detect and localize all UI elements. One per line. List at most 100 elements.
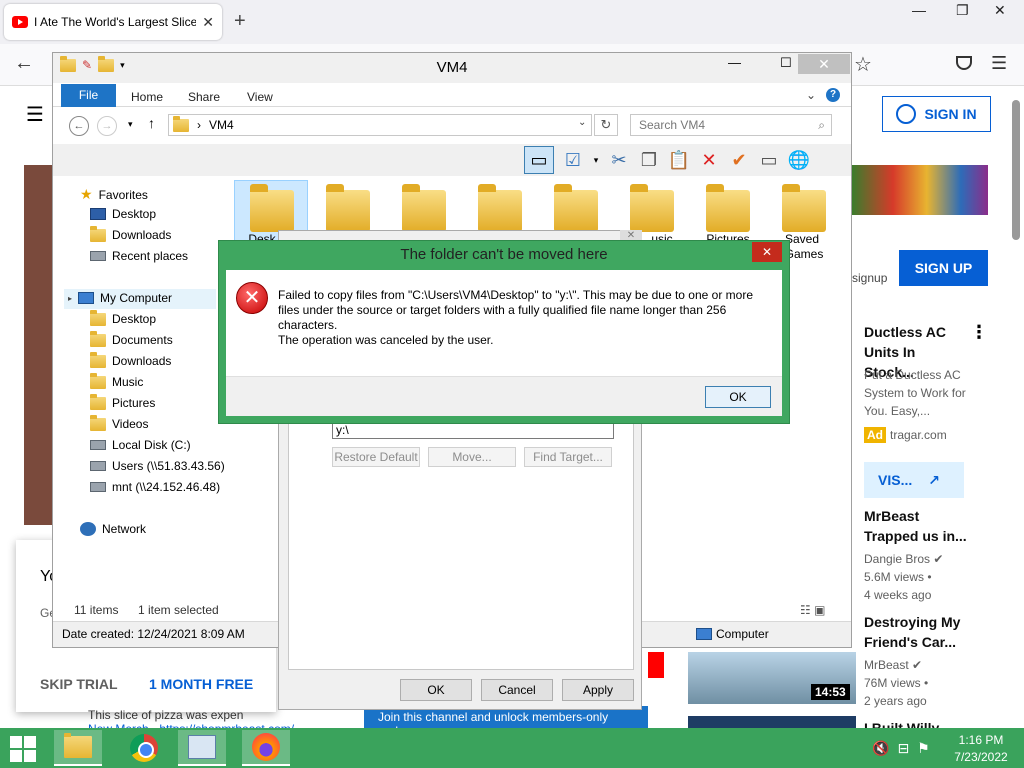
explorer-maximize-button[interactable]: ☐ bbox=[780, 55, 792, 71]
delete-icon[interactable]: ✕ bbox=[698, 149, 720, 171]
paste-icon[interactable]: 📋 bbox=[668, 149, 690, 171]
nav-forward-icon[interactable]: → bbox=[97, 116, 117, 136]
more-options-icon[interactable]: ⋮ bbox=[970, 322, 988, 343]
volume-muted-icon[interactable]: 🔇 bbox=[872, 740, 889, 757]
browser-minimize-button[interactable]: — bbox=[912, 2, 926, 18]
nav-my-computer[interactable]: ▸ My Computer bbox=[68, 291, 172, 305]
pictures-folder-icon[interactable] bbox=[706, 184, 750, 232]
help-icon[interactable]: ? bbox=[826, 88, 840, 102]
expand-icon[interactable]: ▸ bbox=[68, 294, 72, 303]
recent-locations-icon[interactable]: ▾ bbox=[128, 119, 133, 130]
view-toggle-icons[interactable]: ☷ ▣ bbox=[800, 603, 825, 617]
nav-network[interactable]: Network bbox=[80, 522, 146, 536]
visit-button[interactable]: VIS... ↗ bbox=[864, 462, 964, 498]
rename-icon[interactable]: ▭ bbox=[758, 149, 780, 171]
music-folder-icon[interactable] bbox=[630, 184, 674, 232]
desktop-folder-icon[interactable] bbox=[250, 184, 294, 232]
move-button[interactable]: Move... bbox=[428, 447, 516, 467]
video-title[interactable]: MrBeast Trapped us in... bbox=[864, 506, 968, 546]
apply-button[interactable]: Apply bbox=[562, 679, 634, 701]
links-folder-icon[interactable] bbox=[554, 184, 598, 232]
clock-time[interactable]: 1:16 PM bbox=[950, 733, 1012, 747]
video-player[interactable] bbox=[24, 165, 54, 525]
nav-pc-local-disk[interactable]: Local Disk (C:) bbox=[90, 438, 191, 452]
skip-trial-button[interactable]: SKIP TRIAL bbox=[40, 676, 118, 692]
taskbar-firefox[interactable] bbox=[242, 730, 290, 766]
action-center-icon[interactable]: ⚑ bbox=[917, 740, 930, 757]
ok-button[interactable]: OK bbox=[400, 679, 472, 701]
ad-banner-image[interactable] bbox=[852, 165, 988, 215]
nav-fav-downloads[interactable]: Downloads bbox=[90, 225, 171, 242]
youtube-menu-icon[interactable]: ☰ bbox=[26, 102, 44, 127]
tab-close-icon[interactable]: ✕ bbox=[202, 14, 214, 31]
start-windows-icon[interactable] bbox=[10, 736, 38, 762]
address-dropdown-icon[interactable]: ⌄ bbox=[578, 117, 586, 128]
nav-pc-mnt-share[interactable]: mnt (\\24.152.46.48) bbox=[90, 480, 220, 494]
nav-fav-recent[interactable]: Recent places bbox=[90, 249, 188, 263]
refresh-icon[interactable]: ↻ bbox=[594, 114, 618, 136]
nav-fav-desktop[interactable]: Desktop bbox=[90, 207, 156, 221]
nav-label: Pictures bbox=[112, 396, 156, 410]
tab-view[interactable]: View bbox=[247, 90, 273, 104]
address-bar[interactable]: › VM4 bbox=[168, 114, 592, 136]
tab-share[interactable]: Share bbox=[188, 90, 220, 104]
select-dropdown-icon[interactable]: ▾ bbox=[592, 149, 600, 171]
saved-games-folder-icon[interactable] bbox=[782, 184, 826, 232]
find-target-button[interactable]: Find Target... bbox=[524, 447, 612, 467]
nav-pc-music[interactable]: Music bbox=[90, 372, 143, 389]
select-icon[interactable]: ☑ bbox=[562, 149, 584, 171]
explorer-close-button[interactable]: ✕ bbox=[798, 54, 850, 74]
back-arrow-icon[interactable]: ← bbox=[14, 52, 34, 75]
up-level-icon[interactable]: ↑ bbox=[148, 115, 155, 131]
search-box[interactable]: Search VM4 ⌕ bbox=[630, 114, 832, 136]
cancel-button[interactable]: Cancel bbox=[481, 679, 553, 701]
browser-tab[interactable]: I Ate The World's Largest Slice O ✕ bbox=[4, 4, 222, 40]
bookmark-star-icon[interactable]: ☆ bbox=[854, 52, 872, 77]
nav-pc-users-share[interactable]: Users (\\51.83.43.56) bbox=[90, 459, 225, 473]
nav-pc-desktop[interactable]: Desktop bbox=[90, 309, 157, 326]
tab-file[interactable]: File bbox=[61, 84, 116, 107]
check-icon[interactable]: ✔ bbox=[728, 149, 750, 171]
folder-icon[interactable] bbox=[326, 184, 370, 232]
nav-back-icon[interactable]: ← bbox=[69, 116, 89, 136]
taskbar-chrome[interactable] bbox=[120, 730, 168, 766]
scrollbar-thumb[interactable] bbox=[1012, 100, 1020, 240]
copy-icon[interactable]: ❐ bbox=[638, 149, 660, 171]
video-channel[interactable]: MrBeast ✔ bbox=[864, 656, 928, 674]
taskbar-remote-desktop[interactable] bbox=[178, 730, 226, 766]
sign-up-button[interactable]: SIGN UP bbox=[899, 250, 988, 286]
downloads-folder-icon[interactable] bbox=[402, 184, 446, 232]
video-title[interactable]: Destroying My Friend's Car... bbox=[864, 612, 968, 652]
taskbar-file-explorer[interactable] bbox=[54, 730, 102, 766]
video-views: 5.6M views • bbox=[864, 570, 932, 584]
nav-pc-documents[interactable]: Documents bbox=[90, 330, 173, 347]
explorer-minimize-button[interactable]: — bbox=[728, 55, 741, 70]
nav-favorites[interactable]: ★ Favorites bbox=[80, 186, 148, 203]
page-scrollbar[interactable] bbox=[1008, 100, 1024, 728]
hamburger-menu-icon[interactable]: ☰ bbox=[991, 53, 1007, 74]
error-ok-button[interactable]: OK bbox=[705, 386, 771, 408]
new-tab-button[interactable]: + bbox=[234, 10, 246, 33]
error-close-button[interactable]: ✕ bbox=[752, 242, 782, 262]
nav-pc-videos[interactable]: Videos bbox=[90, 414, 148, 431]
clock-date[interactable]: 7/23/2022 bbox=[950, 750, 1012, 764]
nav-label: Desktop bbox=[112, 312, 157, 326]
cut-icon[interactable]: ✂ bbox=[608, 149, 630, 171]
browser-close-button[interactable]: ✕ bbox=[994, 2, 1006, 19]
tab-home[interactable]: Home bbox=[131, 90, 163, 104]
ad-signup-text: signup bbox=[852, 271, 888, 285]
nav-pc-downloads[interactable]: Downloads bbox=[90, 351, 171, 368]
network-icon[interactable]: ⊟ bbox=[897, 740, 909, 757]
video-channel[interactable]: Dangie Bros ✔ bbox=[864, 550, 943, 568]
nav-pc-pictures[interactable]: Pictures bbox=[90, 393, 156, 410]
error-message-line: files under the source or target folders… bbox=[278, 303, 727, 317]
month-free-button[interactable]: 1 MONTH FREE bbox=[149, 676, 253, 692]
video-thumbnail[interactable] bbox=[688, 716, 856, 728]
browser-restore-button[interactable]: ❐ bbox=[956, 2, 969, 19]
favorites-folder-icon[interactable] bbox=[478, 184, 522, 232]
preview-pane-icon[interactable]: ▭ bbox=[524, 146, 554, 174]
restore-default-button[interactable]: Restore Default bbox=[332, 447, 420, 467]
globe-icon[interactable]: 🌐 bbox=[788, 149, 810, 171]
sign-in-button[interactable]: SIGN IN bbox=[882, 96, 991, 132]
ribbon-expand-icon[interactable]: ⌄ bbox=[806, 88, 816, 102]
